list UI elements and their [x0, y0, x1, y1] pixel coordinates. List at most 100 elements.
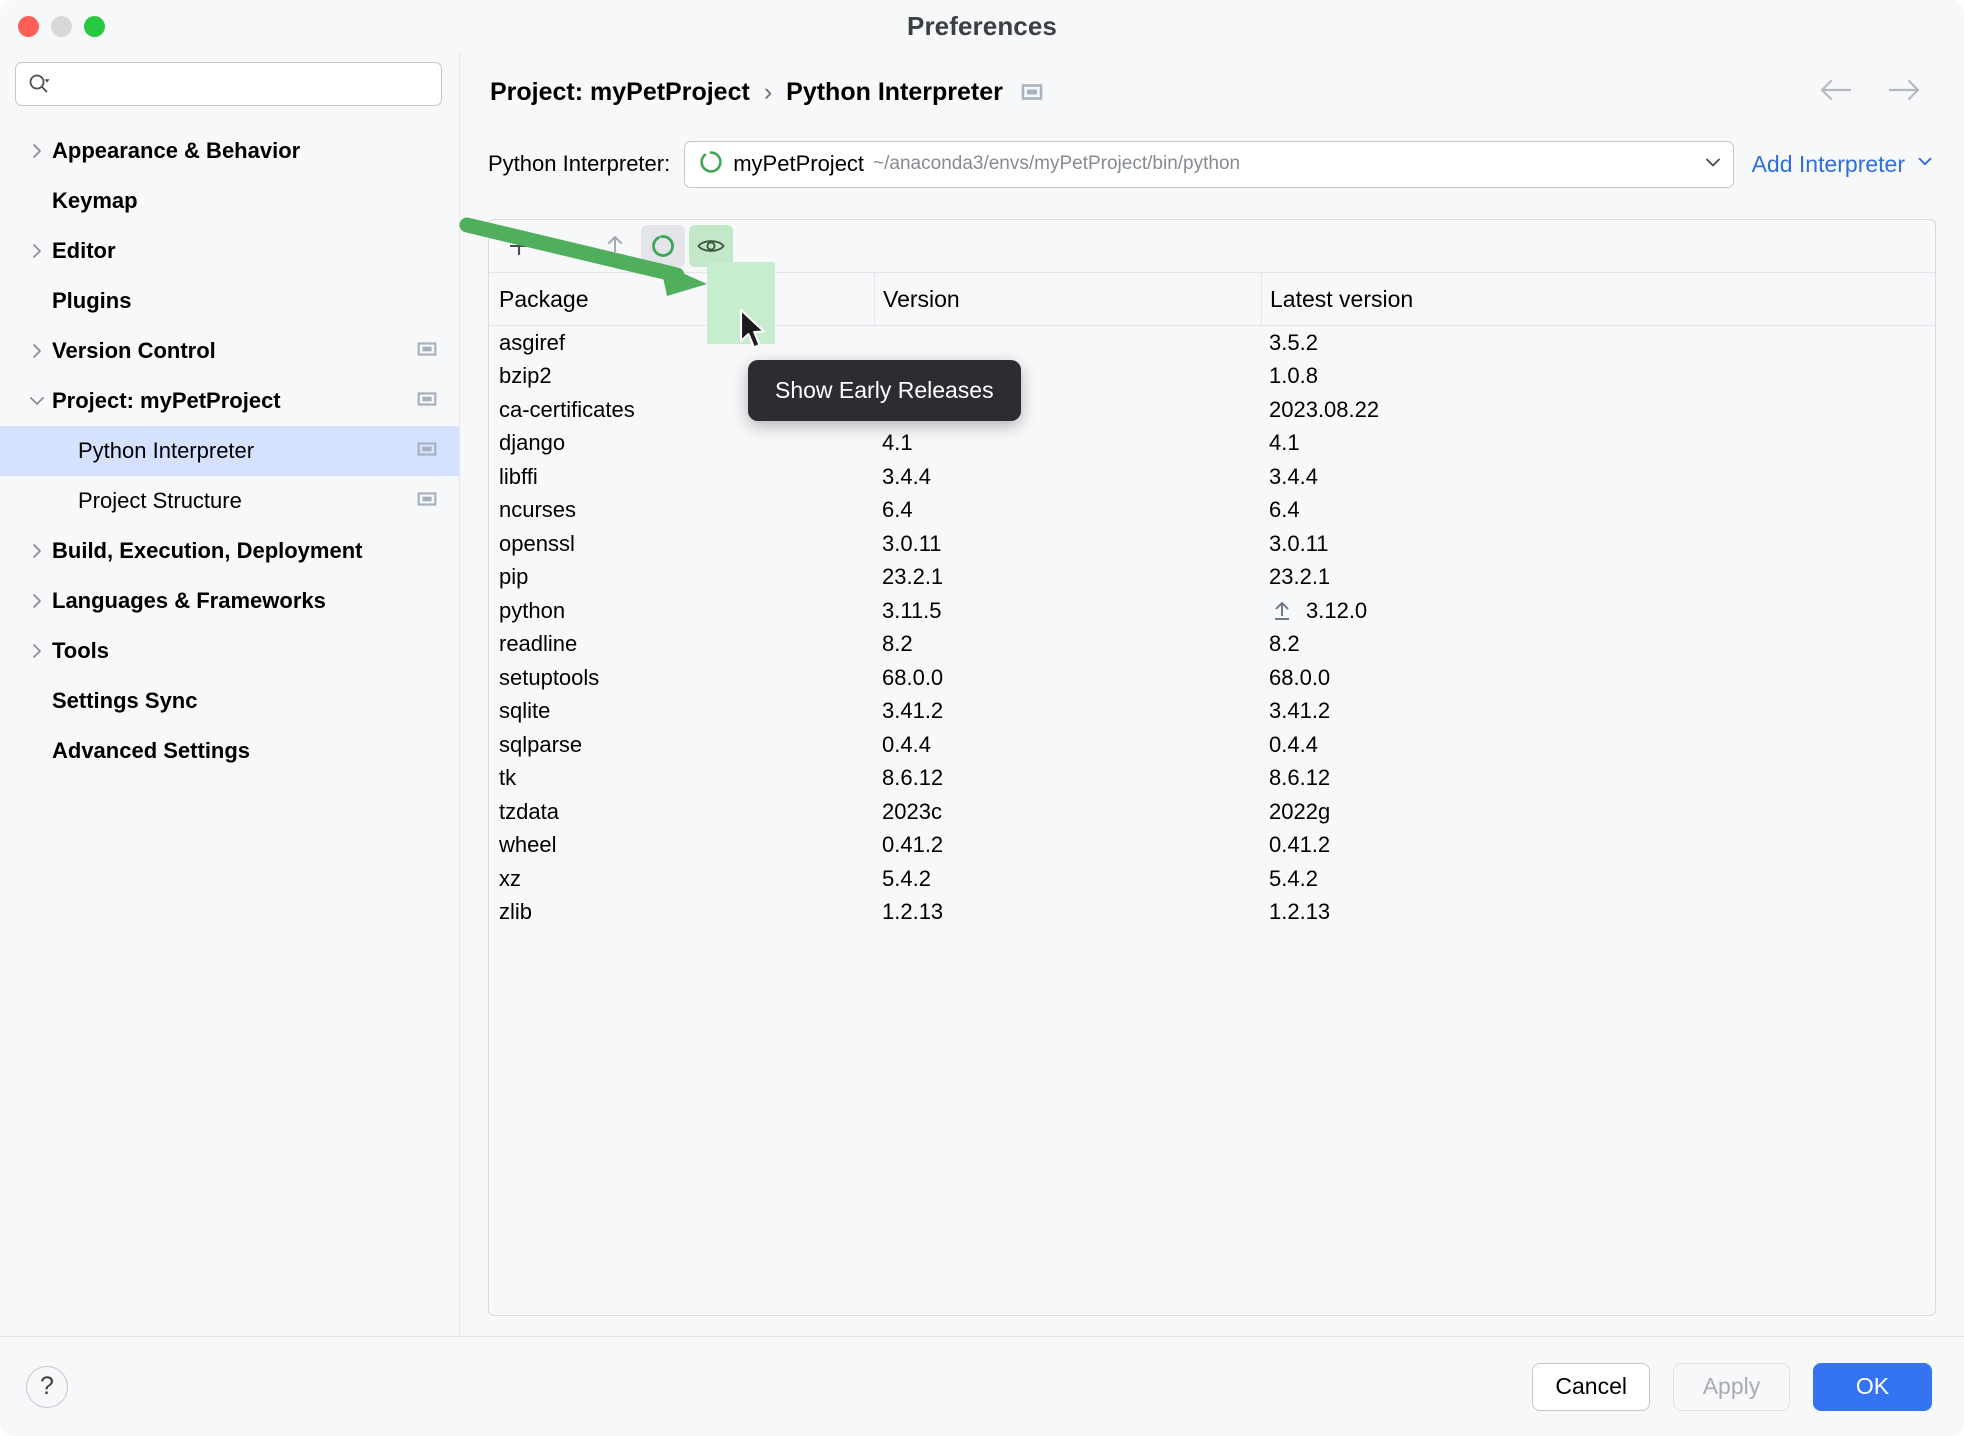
cell-version: 6.4: [874, 494, 1261, 528]
close-button[interactable]: [18, 16, 39, 37]
sidebar-item-label: Advanced Settings: [52, 738, 250, 764]
chevron-right-icon[interactable]: [22, 641, 52, 661]
search-input[interactable]: [58, 73, 431, 95]
table-row[interactable]: zlib1.2.131.2.13: [489, 896, 1935, 930]
ok-button[interactable]: OK: [1813, 1363, 1932, 1411]
table-row[interactable]: readline8.28.2: [489, 628, 1935, 662]
forward-arrow-icon[interactable]: [1884, 77, 1922, 108]
project-scope-icon: [415, 337, 439, 366]
chevron-right-icon[interactable]: [22, 341, 52, 361]
sidebar-item-settings-sync[interactable]: Settings Sync: [0, 676, 459, 726]
chevron-down-icon[interactable]: [1691, 150, 1725, 179]
minimize-button[interactable]: [51, 16, 72, 37]
sidebar-item-appearance-behavior[interactable]: Appearance & Behavior: [0, 126, 459, 176]
search-container: [0, 62, 459, 106]
packages-table-body: asgiref3.5.2bzip21.0.81.0.8ca-certificat…: [489, 326, 1935, 1315]
conda-env-icon: [698, 149, 724, 180]
latest-version-text: 3.12.0: [1306, 598, 1367, 624]
table-row[interactable]: sqlite3.41.23.41.2: [489, 695, 1935, 729]
cell-latest-version: 5.4.2: [1261, 862, 1935, 896]
cell-package: xz: [489, 862, 874, 896]
cell-package: ncurses: [489, 494, 874, 528]
table-row[interactable]: xz5.4.25.4.2: [489, 862, 1935, 896]
chevron-right-icon[interactable]: [22, 241, 52, 261]
back-arrow-icon[interactable]: [1818, 77, 1856, 108]
show-early-releases-button[interactable]: [689, 225, 733, 267]
interpreter-combobox[interactable]: myPetProject ~/anaconda3/envs/myPetProje…: [684, 141, 1733, 188]
breadcrumb-current: Python Interpreter: [786, 78, 1003, 107]
project-scope-icon: [415, 487, 439, 516]
remove-package-button[interactable]: [545, 225, 589, 267]
table-row[interactable]: bzip21.0.81.0.8: [489, 360, 1935, 394]
cell-package: sqlite: [489, 695, 874, 729]
table-row[interactable]: libffi3.4.43.4.4: [489, 460, 1935, 494]
cell-package: pip: [489, 561, 874, 595]
add-interpreter-label: Add Interpreter: [1752, 151, 1905, 178]
add-package-button[interactable]: [497, 225, 541, 267]
cell-version: 0.4.4: [874, 728, 1261, 762]
sidebar-item-editor[interactable]: Editor: [0, 226, 459, 276]
table-row[interactable]: pip23.2.123.2.1: [489, 561, 1935, 595]
cell-version: 4.1: [874, 427, 1261, 461]
tooltip: Show Early Releases: [748, 360, 1021, 421]
cell-package: openssl: [489, 527, 874, 561]
cell-latest-version: 6.4: [1261, 494, 1935, 528]
cancel-button[interactable]: Cancel: [1532, 1363, 1650, 1411]
sidebar-item-python-interpreter[interactable]: Python Interpreter: [0, 426, 459, 476]
chevron-right-icon[interactable]: [22, 141, 52, 161]
interpreter-label: Python Interpreter:: [488, 151, 670, 177]
cell-version: [874, 326, 1261, 360]
table-row[interactable]: sqlparse0.4.40.4.4: [489, 728, 1935, 762]
table-row[interactable]: python3.11.5 3.12.0: [489, 594, 1935, 628]
help-button[interactable]: ?: [26, 1366, 68, 1408]
sidebar-item-project-mypetproject[interactable]: Project: myPetProject: [0, 376, 459, 426]
add-interpreter-button[interactable]: Add Interpreter: [1748, 150, 1936, 178]
table-row[interactable]: ca-certificates2023.08.222023.08.22: [489, 393, 1935, 427]
sidebar-item-languages-frameworks[interactable]: Languages & Frameworks: [0, 576, 459, 626]
refresh-packages-button[interactable]: [641, 225, 685, 267]
cell-latest-version: 3.4.4: [1261, 460, 1935, 494]
navigation-arrows: [1818, 77, 1936, 108]
column-header-version[interactable]: Version: [874, 273, 1261, 325]
chevron-right-icon[interactable]: [22, 591, 52, 611]
search-box[interactable]: [15, 62, 442, 106]
upgrade-package-button[interactable]: [593, 225, 637, 267]
table-row[interactable]: wheel0.41.20.41.2: [489, 829, 1935, 863]
column-header-latest-version[interactable]: Latest version: [1261, 273, 1935, 325]
cell-version: 2023c: [874, 795, 1261, 829]
sidebar-item-label: Keymap: [52, 188, 138, 214]
table-row[interactable]: tzdata2023c2022g: [489, 795, 1935, 829]
column-header-package[interactable]: Package: [489, 273, 874, 325]
chevron-down-icon[interactable]: [22, 391, 52, 411]
sidebar-item-keymap[interactable]: Keymap: [0, 176, 459, 226]
breadcrumb: Project: myPetProject › Python Interpret…: [488, 53, 1936, 131]
cell-version: 3.4.4: [874, 460, 1261, 494]
project-scope-icon: [1019, 79, 1045, 105]
packages-panel: Package Version Latest version asgiref3.…: [488, 219, 1936, 1316]
table-row[interactable]: tk8.6.128.6.12: [489, 762, 1935, 796]
chevron-right-icon[interactable]: [22, 541, 52, 561]
table-row[interactable]: openssl3.0.113.0.11: [489, 527, 1935, 561]
breadcrumb-parent[interactable]: Project: myPetProject: [490, 78, 750, 107]
table-row[interactable]: ncurses6.46.4: [489, 494, 1935, 528]
interpreter-name: myPetProject: [733, 151, 864, 177]
apply-button[interactable]: Apply: [1673, 1363, 1790, 1411]
table-row[interactable]: asgiref3.5.2: [489, 326, 1935, 360]
sidebar-item-version-control[interactable]: Version Control: [0, 326, 459, 376]
table-row[interactable]: django4.14.1: [489, 427, 1935, 461]
sidebar-item-label: Project Structure: [52, 488, 242, 514]
sidebar-item-plugins[interactable]: Plugins: [0, 276, 459, 326]
cell-version: 1.2.13: [874, 896, 1261, 930]
sidebar-item-label: Version Control: [52, 338, 216, 364]
cell-latest-version: 2022g: [1261, 795, 1935, 829]
sidebar-item-advanced-settings[interactable]: Advanced Settings: [0, 726, 459, 776]
sidebar-item-project-structure[interactable]: Project Structure: [0, 476, 459, 526]
main-pane: Project: myPetProject › Python Interpret…: [460, 53, 1964, 1336]
settings-tree: Appearance & Behavior Keymap EditorPlugins…: [0, 126, 459, 776]
table-row[interactable]: setuptools68.0.068.0.0: [489, 661, 1935, 695]
cell-package: wheel: [489, 829, 874, 863]
sidebar-item-tools[interactable]: Tools: [0, 626, 459, 676]
upgrade-available-icon[interactable]: [1269, 598, 1295, 624]
zoom-button[interactable]: [84, 16, 105, 37]
sidebar-item-build-execution-deployment[interactable]: Build, Execution, Deployment: [0, 526, 459, 576]
